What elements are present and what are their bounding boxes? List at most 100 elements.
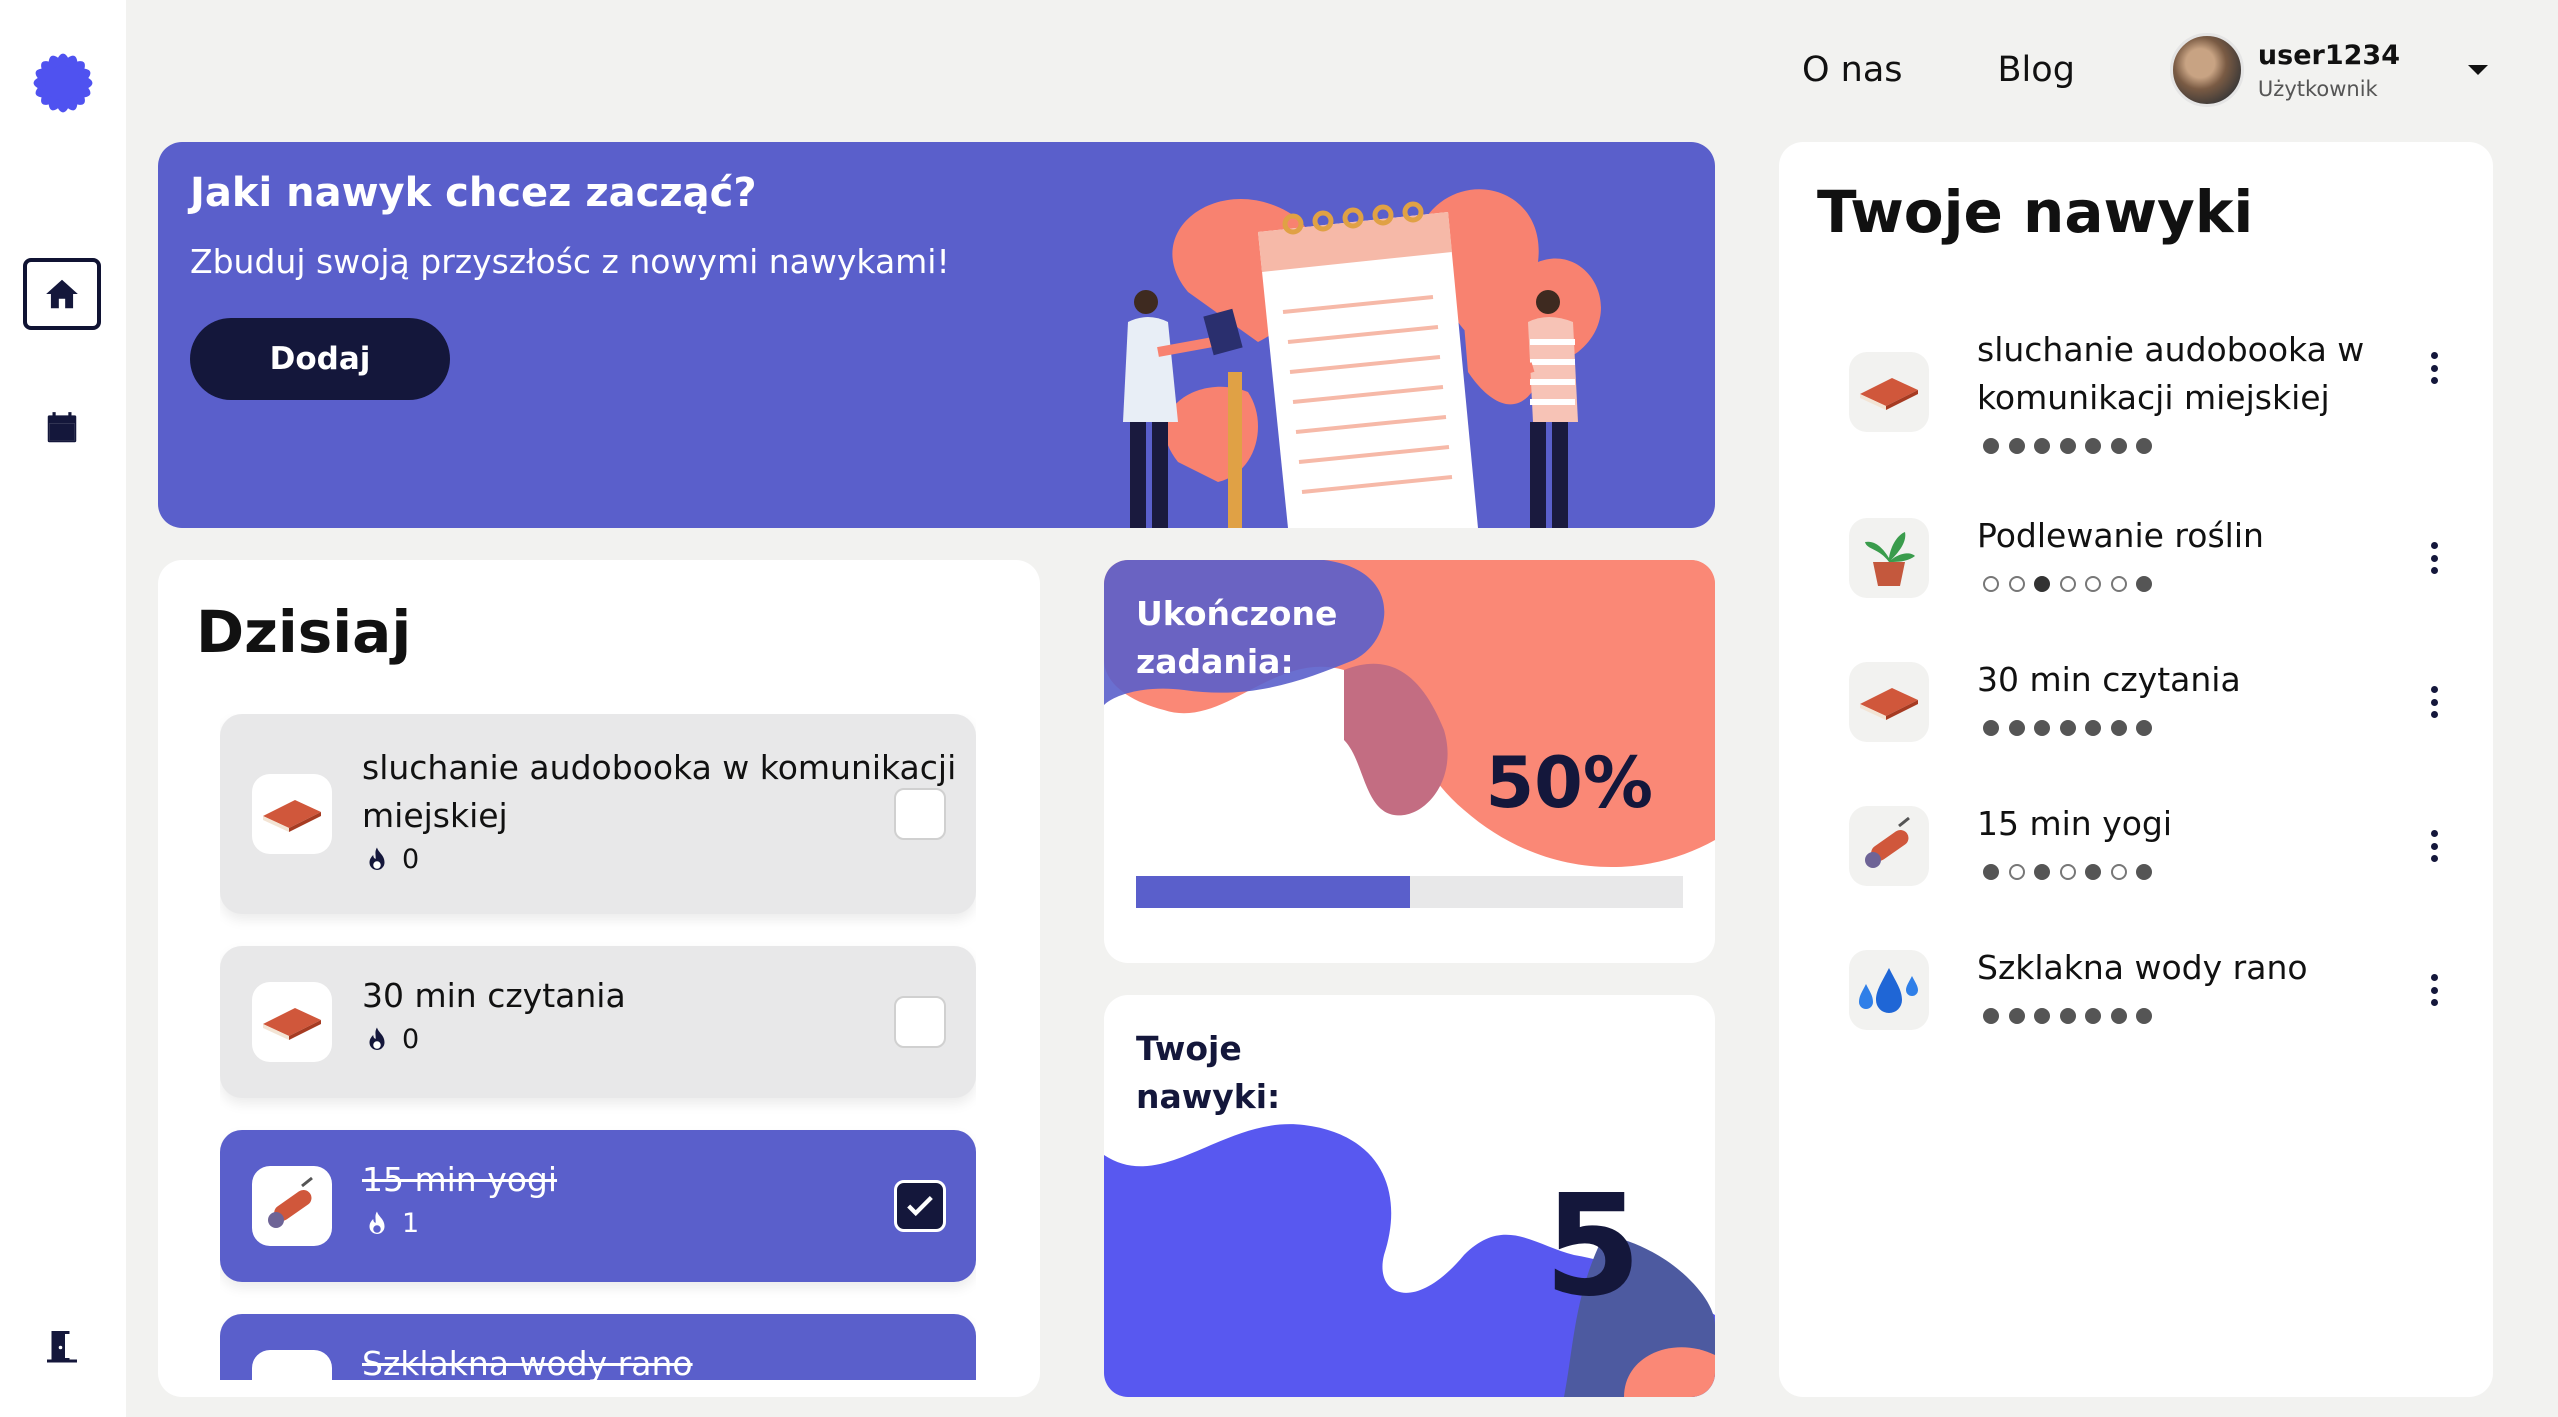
chevron-down-icon[interactable] bbox=[2468, 65, 2488, 75]
progress-dot bbox=[2110, 720, 2127, 736]
progress-dot bbox=[2008, 576, 2025, 592]
habit-name: 15 min yogi bbox=[1977, 804, 2173, 843]
today-task: Szklakna wody rano bbox=[220, 1314, 976, 1380]
progress-dot bbox=[2034, 438, 2050, 454]
task-streak: 0 bbox=[362, 1024, 419, 1055]
progress-dot bbox=[2034, 864, 2050, 880]
habit-item[interactable]: sluchanie audobooka w komunikacji miejsk… bbox=[1849, 326, 2449, 454]
task-streak: 0 bbox=[362, 844, 419, 875]
progress-dot bbox=[1983, 864, 1999, 880]
task-name: 30 min czytania bbox=[362, 976, 626, 1015]
more-options-icon[interactable] bbox=[2424, 538, 2444, 578]
sidebar-item-calendar[interactable] bbox=[23, 392, 101, 464]
habit-count-value: 5 bbox=[1544, 1165, 1642, 1328]
progress-dot bbox=[2034, 576, 2050, 592]
today-task: sluchanie audobooka w komunikacji miejsk… bbox=[220, 714, 976, 914]
progress-fill bbox=[1136, 876, 1410, 908]
habit-progress-dots bbox=[1983, 720, 2162, 736]
progress-dot bbox=[1983, 438, 1999, 454]
habit-name: Podlewanie roślin bbox=[1977, 516, 2264, 555]
flame-icon bbox=[369, 1211, 385, 1234]
progress-dot bbox=[2085, 720, 2101, 736]
check-icon bbox=[907, 1195, 933, 1217]
progress-dot bbox=[2085, 864, 2101, 880]
nav-link-blog[interactable]: Blog bbox=[1998, 50, 2075, 90]
habit-name: Szklakna wody rano bbox=[1977, 948, 2308, 987]
banner-subtitle: Zbuduj swoją przyszłośc z nowymi nawykam… bbox=[190, 242, 950, 281]
progress-dot bbox=[2008, 1008, 2025, 1024]
progress-dot bbox=[2059, 720, 2076, 736]
flame-icon bbox=[369, 1027, 385, 1050]
progress-dot bbox=[2008, 438, 2025, 454]
user-name: user1234 bbox=[2257, 39, 2400, 71]
habit-name: sluchanie audobooka w komunikacji miejsk… bbox=[1977, 330, 2365, 417]
task-checkbox[interactable] bbox=[894, 1180, 946, 1232]
task-checkbox[interactable] bbox=[894, 996, 946, 1048]
habits-title: Twoje nawyki bbox=[1817, 178, 2254, 246]
habit-planning-illustration bbox=[1123, 189, 1601, 528]
progress-dot bbox=[2059, 864, 2076, 880]
streak-count: 0 bbox=[402, 1024, 420, 1055]
avatar bbox=[2169, 33, 2244, 107]
completed-label: Ukończone zadania: bbox=[1136, 594, 1338, 681]
task-streak: 1 bbox=[362, 1208, 419, 1239]
exit-door-icon[interactable] bbox=[44, 1328, 80, 1364]
progress-dot bbox=[2008, 864, 2025, 880]
habit-name: 30 min czytania bbox=[1977, 660, 2241, 699]
task-name: Szklakna wody rano bbox=[362, 1344, 693, 1380]
nav-link-about[interactable]: O nas bbox=[1802, 50, 1903, 90]
your-habits-panel: Twoje nawyki sluchanie audobooka w komun… bbox=[1779, 142, 2493, 1397]
book-icon bbox=[1849, 662, 1929, 742]
habit-item[interactable]: 30 min czytania bbox=[1849, 660, 2449, 762]
today-task: 30 min czytania 0 bbox=[220, 946, 976, 1098]
user-role: Użytkownik bbox=[2257, 76, 2378, 101]
today-task-list[interactable]: sluchanie audobooka w komunikacji miejsk… bbox=[220, 714, 976, 1380]
water-drops-icon bbox=[1849, 950, 1929, 1030]
yoga-mat-icon bbox=[1849, 806, 1929, 886]
task-name: 15 min yogi bbox=[362, 1160, 558, 1199]
today-title: Dzisiaj bbox=[196, 598, 412, 666]
yoga-mat-icon bbox=[252, 1166, 332, 1246]
more-options-icon[interactable] bbox=[2424, 826, 2444, 866]
habit-item[interactable]: Podlewanie roślin bbox=[1849, 516, 2449, 618]
home-icon bbox=[46, 279, 78, 309]
progress-dot bbox=[2085, 438, 2101, 454]
more-options-icon[interactable] bbox=[2424, 970, 2444, 1010]
habit-count-card: Twoje nawyki: 5 bbox=[1104, 995, 1715, 1397]
water-drops-icon bbox=[252, 1350, 332, 1380]
logo-flower-icon[interactable] bbox=[14, 34, 112, 132]
more-options-icon[interactable] bbox=[2424, 682, 2444, 722]
habit-progress-dots bbox=[1983, 576, 2162, 592]
progress-dot bbox=[1983, 576, 1999, 592]
progress-dot bbox=[2059, 438, 2076, 454]
progress-dot bbox=[2085, 1008, 2101, 1024]
habit-progress-dots bbox=[1983, 1008, 2162, 1024]
progress-dot bbox=[2059, 576, 2076, 592]
completed-tasks-card: Ukończone zadania: 50% bbox=[1104, 560, 1715, 963]
habit-item[interactable]: Szklakna wody rano bbox=[1849, 948, 2449, 1050]
progress-dot bbox=[2136, 864, 2152, 880]
task-checkbox[interactable] bbox=[894, 788, 946, 840]
more-options-icon[interactable] bbox=[2424, 348, 2444, 388]
streak-count: 1 bbox=[402, 1208, 420, 1239]
add-habit-button[interactable]: Dodaj bbox=[190, 318, 450, 400]
sidebar-item-home[interactable] bbox=[23, 258, 101, 330]
book-icon bbox=[252, 982, 332, 1062]
user-menu[interactable]: user1234 Użytkownik bbox=[2169, 33, 2488, 107]
habit-progress-dots bbox=[1983, 864, 2162, 880]
habit-item[interactable]: 15 min yogi bbox=[1849, 804, 2449, 906]
streak-count: 0 bbox=[402, 844, 420, 875]
calendar-icon bbox=[47, 412, 77, 443]
progress-dot bbox=[2034, 720, 2050, 736]
book-icon bbox=[252, 774, 332, 854]
add-habit-banner: Jaki nawyk chcez zacząć? Zbuduj swoją pr… bbox=[158, 142, 1715, 528]
today-card: Dzisiaj sluchanie audobooka w komunikacj… bbox=[158, 560, 1040, 1397]
completed-percent: 50% bbox=[1485, 742, 1653, 824]
progress-dot bbox=[1983, 1008, 1999, 1024]
progress-dot bbox=[1983, 720, 1999, 736]
progress-dot bbox=[2110, 1008, 2127, 1024]
progress-dot bbox=[2136, 576, 2152, 592]
habit-count-label: Twoje nawyki: bbox=[1136, 1029, 1281, 1116]
progress-dot bbox=[2034, 1008, 2050, 1024]
progress-dot bbox=[2110, 864, 2127, 880]
